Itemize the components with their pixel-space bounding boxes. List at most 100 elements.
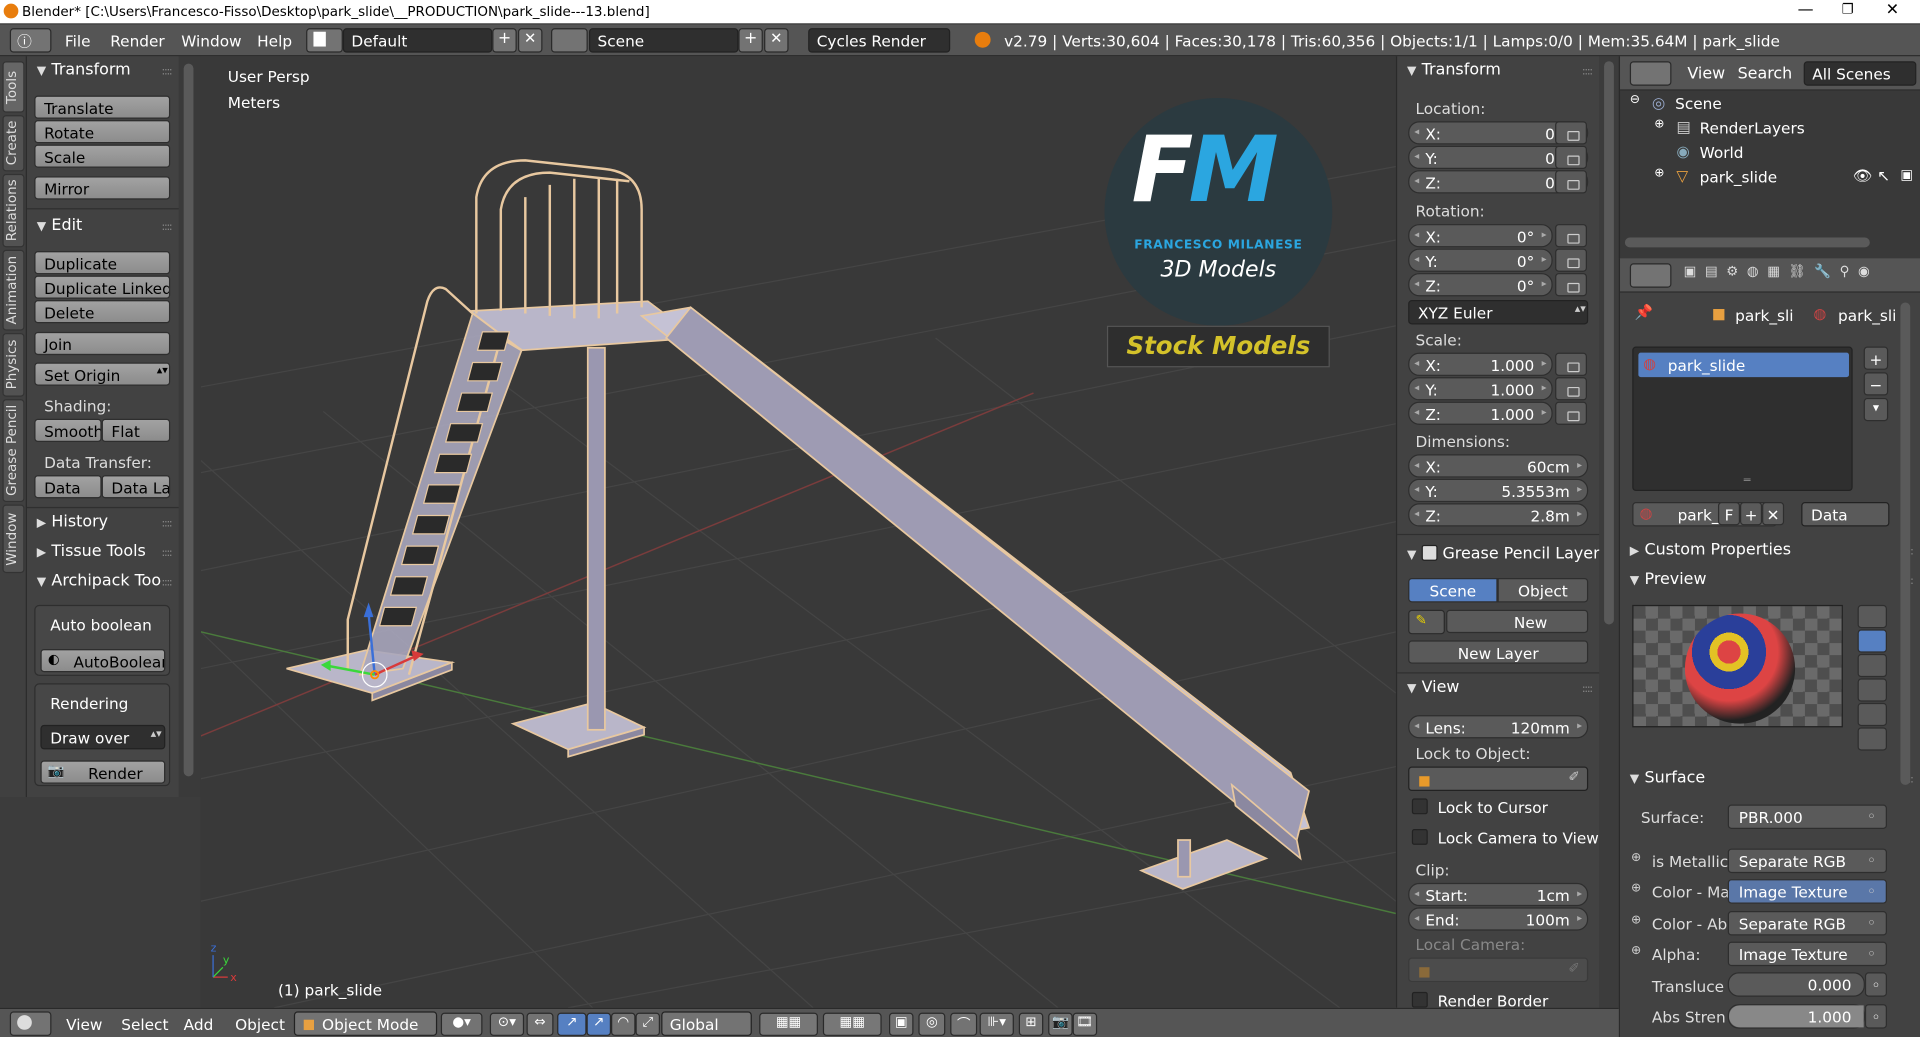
lock-location-x-icon[interactable] [1555, 121, 1587, 145]
expand-icon[interactable]: ⊕ [1654, 167, 1664, 180]
add-scene-icon[interactable]: + [738, 28, 763, 53]
edit-panel-header[interactable]: ▼ Edit [37, 217, 83, 235]
move-manipulator-icon[interactable]: ↗ [586, 1012, 612, 1036]
properties-editor-scrollbar[interactable] [1900, 302, 1911, 785]
outliner-menu-search[interactable]: Search [1738, 65, 1793, 83]
render-border-checkbox[interactable] [1411, 991, 1428, 1008]
remove-scene-icon[interactable]: ✕ [764, 28, 789, 53]
menu-help[interactable]: Help [257, 32, 292, 50]
lock-camera-checkbox[interactable] [1411, 828, 1428, 845]
fake-user-button[interactable]: F [1717, 502, 1741, 526]
tab-grease-pencil[interactable]: Grease Pencil [2, 399, 25, 503]
scale-y-field[interactable]: ◂ Y: 1.000 ▸ [1408, 377, 1553, 401]
socket-expand-icon[interactable]: ⊕ [1631, 913, 1641, 926]
socket-expand-icon[interactable]: ⊕ [1631, 851, 1641, 864]
lock-rotation-y-icon[interactable] [1555, 248, 1587, 272]
grease-pencil-layer-header[interactable]: ▼ Grease Pencil Layer [1407, 542, 1600, 563]
render-engine-dropdown[interactable]: Cycles Render [808, 28, 951, 53]
tissue-tools-panel-header[interactable]: ▶ Tissue Tools [37, 542, 146, 560]
delete-button[interactable]: Delete [34, 300, 171, 324]
opengl-render-icon[interactable]: 📷 [1048, 1012, 1073, 1036]
input-metallic-link[interactable]: Separate RGB [1727, 848, 1887, 874]
viewport-menu-view[interactable]: View [66, 1015, 102, 1033]
history-panel-header[interactable]: ▶ History [37, 513, 108, 531]
preview-flat-icon[interactable] [1857, 604, 1887, 629]
properties-editor-type-icon[interactable] [1629, 263, 1672, 288]
rotation-z-field[interactable]: ◂ Z: 0° ▸ [1408, 273, 1553, 297]
draw-over-dropdown[interactable]: Draw over [40, 724, 166, 750]
lock-location-y-icon[interactable] [1555, 145, 1587, 169]
outliner-editor-type-icon[interactable] [1629, 61, 1672, 86]
lock-rotation-x-icon[interactable] [1555, 224, 1587, 248]
tab-window[interactable]: Window [2, 504, 25, 574]
data-layout-button[interactable]: Data La [101, 475, 171, 499]
translate-manipulator-icon[interactable]: ↗ [557, 1012, 587, 1036]
dimensions-x-field[interactable]: ◂ X: 60cm ▸ [1408, 454, 1589, 478]
outliner-row-world[interactable]: ◉ World [1620, 140, 1920, 164]
remove-material-slot-icon[interactable]: − [1863, 372, 1889, 396]
surface-shader-field[interactable]: PBR.000 [1727, 804, 1887, 829]
rotation-x-field[interactable]: ◂ X: 0° ▸ [1408, 224, 1553, 248]
manipulator-toggle-icon[interactable]: ⇔ [526, 1012, 554, 1036]
screen-layout-field[interactable]: Default [342, 28, 493, 53]
pin-icon[interactable]: 📌 [1635, 304, 1653, 321]
duplicate-linked-button[interactable]: Duplicate Linked [34, 275, 171, 299]
tab-physics[interactable]: Physics [2, 333, 25, 397]
panel-grip-icon[interactable]: :::: [161, 547, 172, 559]
lock-object-field[interactable]: ■ ✐ [1408, 766, 1589, 792]
snap-target-icon[interactable]: ⊞ [1018, 1012, 1044, 1036]
add-material-slot-icon[interactable]: + [1863, 346, 1889, 370]
menu-render[interactable]: Render [110, 32, 165, 50]
lock-scale-z-icon[interactable] [1555, 401, 1587, 425]
dimensions-y-field[interactable]: ◂ Y: 5.3553m ▸ [1408, 478, 1589, 503]
preview-monkey-icon[interactable] [1857, 678, 1887, 702]
gp-new-button[interactable]: New [1446, 609, 1589, 634]
lock-rotation-z-icon[interactable] [1555, 273, 1587, 297]
scale-z-field[interactable]: ◂ Z: 1.000 ▸ [1408, 401, 1553, 425]
tab-create[interactable]: Create [2, 115, 25, 172]
material-slots-list[interactable]: ◍ park_slide ═ [1632, 346, 1853, 492]
scale-button[interactable]: Scale [34, 144, 171, 168]
viewport-menu-add[interactable]: Add [184, 1015, 214, 1033]
pencil-icon[interactable]: ✎ [1408, 609, 1445, 635]
input-color-ab-link[interactable]: Separate RGB [1727, 911, 1887, 936]
clip-start-field[interactable]: ◂ Start: 1cm ▸ [1408, 882, 1589, 907]
outliner-row-scene[interactable]: ⊖ ◎ Scene [1620, 91, 1920, 115]
lock-scale-x-icon[interactable] [1555, 352, 1587, 376]
preview-sky-icon[interactable] [1857, 727, 1887, 751]
panel-grip-icon[interactable]: :::: [161, 518, 172, 530]
panel-grip-icon[interactable]: :::: [161, 222, 172, 234]
tab-tools[interactable]: Tools [2, 61, 25, 113]
socket-expand-icon[interactable]: ⊕ [1631, 882, 1641, 895]
transform-panel-header[interactable]: ▼ Transform [37, 61, 131, 79]
material-link-dropdown[interactable]: Data [1801, 502, 1890, 527]
viewport-menu-select[interactable]: Select [121, 1015, 168, 1033]
outliner-row-park-slide[interactable]: ⊕ ▽ park_slide 👁 ↖ ▣ [1620, 164, 1920, 188]
scale-manipulator-icon[interactable]: ⤢ [635, 1012, 661, 1036]
gp-scene-tab[interactable]: Scene [1408, 577, 1498, 603]
snap-icon[interactable]: ⌒ [950, 1012, 978, 1036]
remove-layout-icon[interactable]: ✕ [517, 28, 543, 53]
surface-panel-header[interactable]: ▼ Surface [1630, 769, 1705, 787]
collapse-icon[interactable]: ⊖ [1630, 93, 1640, 106]
translucent-slider[interactable]: 0.000 [1727, 972, 1865, 997]
snap-element-icon[interactable]: ⊪▾ [979, 1012, 1014, 1036]
selectable-cursor-icon[interactable]: ↖ [1877, 167, 1890, 185]
material-specials-icon[interactable]: ▾ [1863, 397, 1889, 422]
preview-sphere-icon[interactable] [1857, 629, 1887, 653]
material-browse-icon[interactable]: ◍ [1640, 504, 1653, 521]
panel-grip-icon[interactable]: :::: [161, 66, 172, 78]
3d-viewport[interactable]: xyz User Persp Meters (1) park_slide FM … [200, 56, 1396, 1008]
layer-buttons-2[interactable]: ▦▦ [822, 1012, 882, 1036]
new-layer-button[interactable]: New Layer [1408, 640, 1589, 664]
lock-to-cursor-checkbox[interactable] [1411, 798, 1428, 815]
interaction-mode-dropdown[interactable]: Object Mode [293, 1011, 438, 1036]
new-material-icon[interactable]: + [1740, 502, 1763, 526]
rotation-mode-dropdown[interactable]: XYZ Euler [1408, 300, 1589, 325]
transform-panel-header[interactable]: ▼ Transform [1407, 61, 1501, 79]
outliner-hscrollbar[interactable] [1624, 237, 1870, 248]
material-slot-row[interactable]: ◍ park_slide [1638, 352, 1849, 378]
menu-file[interactable]: File [65, 32, 91, 50]
gp-object-tab[interactable]: Object [1497, 577, 1589, 603]
lens-field[interactable]: ◂ Lens: 120mm ▸ [1408, 715, 1589, 739]
